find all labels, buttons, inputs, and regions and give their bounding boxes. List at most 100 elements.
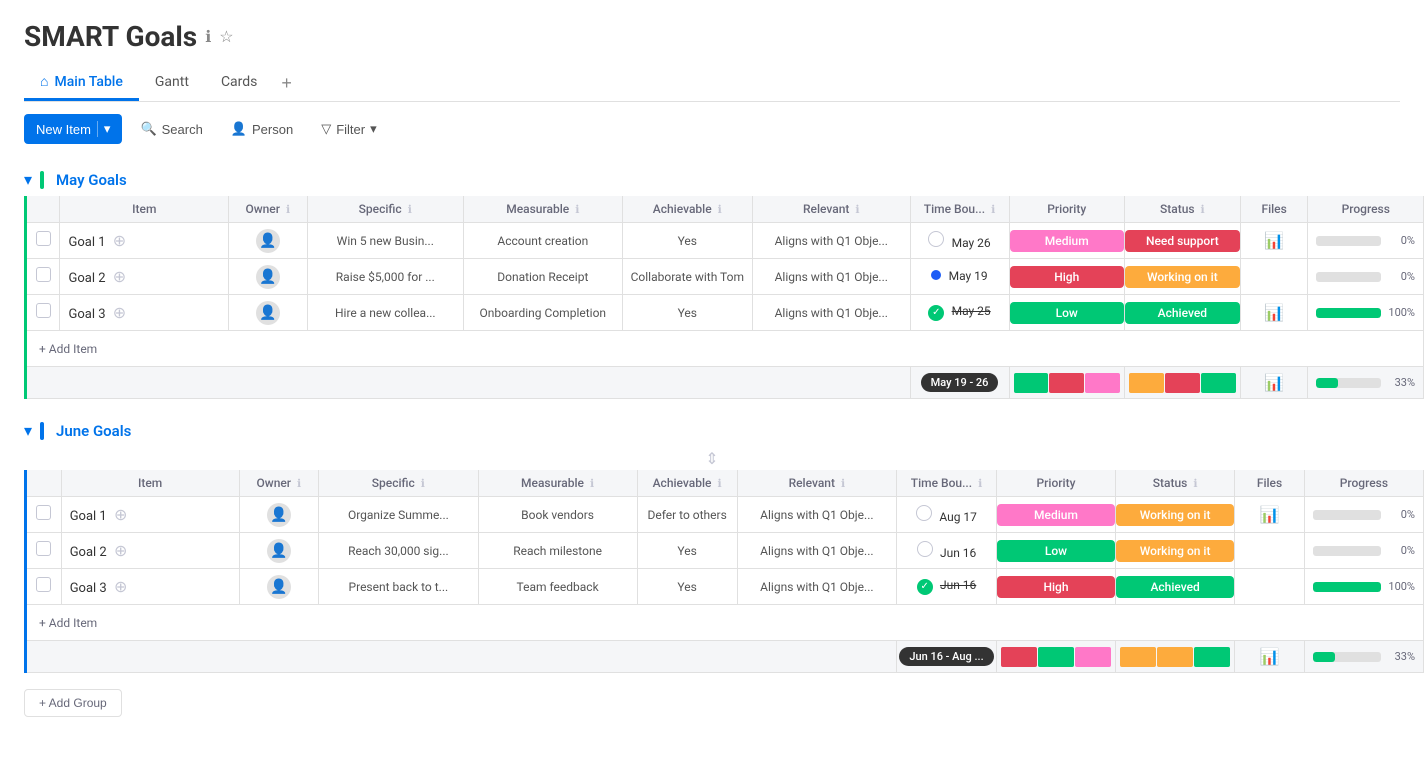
may-row2-add-owner[interactable]: ⊕ xyxy=(113,267,126,287)
june-row3-measurable[interactable]: Team feedback xyxy=(478,569,637,605)
june-row2-priority[interactable]: Low xyxy=(996,533,1115,569)
june-row3-checkbox[interactable] xyxy=(26,569,62,605)
may-row1-status[interactable]: Need support xyxy=(1124,223,1240,259)
june-relevant-info-icon[interactable]: ℹ xyxy=(841,477,845,490)
may-group-toggle[interactable]: ▾ xyxy=(24,170,32,190)
may-row2-item[interactable]: Goal 2 ⊕ xyxy=(60,259,229,295)
may-row3-add-owner[interactable]: ⊕ xyxy=(113,303,126,323)
june-specific-info-icon[interactable]: ℹ xyxy=(421,477,425,490)
june-row1-status[interactable]: Working on it xyxy=(1116,497,1235,533)
june-row1-item[interactable]: Goal 1 ⊕ xyxy=(61,497,239,533)
may-row1-specific[interactable]: Win 5 new Busin... xyxy=(307,223,463,259)
june-row2-item[interactable]: Goal 2 ⊕ xyxy=(61,533,239,569)
june-row2-achievable[interactable]: Yes xyxy=(637,533,737,569)
info-icon[interactable]: ℹ xyxy=(205,27,211,47)
june-row1-specific[interactable]: Organize Summe... xyxy=(319,497,478,533)
may-group-title[interactable]: May Goals xyxy=(56,171,127,189)
june-row3-item[interactable]: Goal 3 ⊕ xyxy=(61,569,239,605)
june-row1-files[interactable]: 📊 xyxy=(1235,497,1305,533)
june-row1-relevant[interactable]: Aligns with Q1 Obje... xyxy=(737,497,897,533)
june-row1-owner[interactable]: 👤 xyxy=(239,497,319,533)
june-measurable-info-icon[interactable]: ℹ xyxy=(590,477,594,490)
june-row2-owner[interactable]: 👤 xyxy=(239,533,319,569)
june-row3-priority[interactable]: High xyxy=(996,569,1115,605)
june-achievable-info-icon[interactable]: ℹ xyxy=(717,477,721,490)
june-row3-files[interactable] xyxy=(1235,569,1305,605)
may-row2-timebound[interactable]: May 19 xyxy=(910,259,1009,295)
june-timebound-info-icon[interactable]: ℹ xyxy=(978,477,982,490)
specific-info-icon[interactable]: ℹ xyxy=(408,203,412,216)
june-row2-timebound[interactable]: Jun 16 xyxy=(897,533,997,569)
june-owner-info-icon[interactable]: ℹ xyxy=(297,477,301,490)
june-row2-measurable[interactable]: Reach milestone xyxy=(478,533,637,569)
filter-button[interactable]: ▽ Filter ▾ xyxy=(311,115,386,143)
may-row1-timebound[interactable]: May 26 xyxy=(910,223,1009,259)
add-tab-button[interactable]: + xyxy=(273,69,300,98)
may-row1-priority[interactable]: Medium xyxy=(1009,223,1124,259)
june-row1-priority[interactable]: Medium xyxy=(996,497,1115,533)
may-row1-owner[interactable]: 👤 xyxy=(229,223,307,259)
may-row1-item[interactable]: Goal 1 ⊕ xyxy=(60,223,229,259)
new-item-dropdown-arrow[interactable]: ▾ xyxy=(97,121,111,137)
may-row2-status[interactable]: Working on it xyxy=(1124,259,1240,295)
achievable-info-icon[interactable]: ℹ xyxy=(718,203,722,216)
june-row3-achievable[interactable]: Yes xyxy=(637,569,737,605)
may-row3-files[interactable]: 📊 xyxy=(1240,295,1308,331)
june-row2-specific[interactable]: Reach 30,000 sig... xyxy=(319,533,478,569)
june-add-item-row[interactable]: + Add Item xyxy=(26,605,1424,641)
may-add-item-cell[interactable]: + Add Item xyxy=(26,331,1424,367)
measurable-info-icon[interactable]: ℹ xyxy=(575,203,579,216)
new-item-button[interactable]: New Item ▾ xyxy=(24,114,122,144)
tab-cards[interactable]: Cards xyxy=(205,66,273,100)
june-row2-add-owner[interactable]: ⊕ xyxy=(114,541,127,561)
may-row3-measurable[interactable]: Onboarding Completion xyxy=(464,295,623,331)
may-row3-specific[interactable]: Hire a new collea... xyxy=(307,295,463,331)
june-row3-relevant[interactable]: Aligns with Q1 Obje... xyxy=(737,569,897,605)
tab-gantt[interactable]: Gantt xyxy=(139,66,205,100)
may-row2-specific[interactable]: Raise $5,000 for ... xyxy=(307,259,463,295)
june-group-title[interactable]: June Goals xyxy=(56,422,131,440)
june-row2-checkbox[interactable] xyxy=(26,533,62,569)
may-add-item-row[interactable]: + Add Item xyxy=(26,331,1424,367)
may-row1-achievable[interactable]: Yes xyxy=(622,223,752,259)
may-row2-owner[interactable]: 👤 xyxy=(229,259,307,295)
june-row3-owner[interactable]: 👤 xyxy=(239,569,319,605)
may-row1-add-owner[interactable]: ⊕ xyxy=(113,231,126,251)
june-status-info-icon[interactable]: ℹ xyxy=(1193,477,1197,490)
may-row1-measurable[interactable]: Account creation xyxy=(464,223,623,259)
june-row3-specific[interactable]: Present back to t... xyxy=(319,569,478,605)
may-row3-priority[interactable]: Low xyxy=(1009,295,1124,331)
status-info-icon[interactable]: ℹ xyxy=(1201,203,1205,216)
person-button[interactable]: 👤 Person xyxy=(221,115,303,143)
may-row3-item[interactable]: Goal 3 ⊕ xyxy=(60,295,229,331)
june-row2-relevant[interactable]: Aligns with Q1 Obje... xyxy=(737,533,897,569)
search-button[interactable]: 🔍 Search xyxy=(130,115,212,143)
june-row3-status[interactable]: Achieved xyxy=(1116,569,1235,605)
may-row2-achievable[interactable]: Collaborate with Tom xyxy=(622,259,752,295)
timebound-info-icon[interactable]: ℹ xyxy=(991,203,995,216)
june-group-toggle[interactable]: ▾ xyxy=(24,421,32,441)
june-row1-add-owner[interactable]: ⊕ xyxy=(114,505,127,525)
may-row1-relevant[interactable]: Aligns with Q1 Obje... xyxy=(753,223,911,259)
may-row1-checkbox[interactable] xyxy=(26,223,60,259)
june-row3-timebound[interactable]: ✓ Jun 16 xyxy=(897,569,997,605)
relevant-info-icon[interactable]: ℹ xyxy=(855,203,859,216)
may-row3-checkbox[interactable] xyxy=(26,295,60,331)
may-row2-checkbox[interactable] xyxy=(26,259,60,295)
june-row1-measurable[interactable]: Book vendors xyxy=(478,497,637,533)
may-row1-files[interactable]: 📊 xyxy=(1240,223,1308,259)
june-row2-files[interactable] xyxy=(1235,533,1305,569)
may-row2-relevant[interactable]: Aligns with Q1 Obje... xyxy=(753,259,911,295)
owner-info-icon[interactable]: ℹ xyxy=(286,203,290,216)
may-row3-relevant[interactable]: Aligns with Q1 Obje... xyxy=(753,295,911,331)
june-row1-achievable[interactable]: Defer to others xyxy=(637,497,737,533)
june-row3-add-owner[interactable]: ⊕ xyxy=(114,577,127,597)
may-row3-owner[interactable]: 👤 xyxy=(229,295,307,331)
may-row2-files[interactable] xyxy=(1240,259,1308,295)
may-row3-achievable[interactable]: Yes xyxy=(622,295,752,331)
may-row3-status[interactable]: Achieved xyxy=(1124,295,1240,331)
june-row1-checkbox[interactable] xyxy=(26,497,62,533)
june-row2-status[interactable]: Working on it xyxy=(1116,533,1235,569)
june-add-item-cell[interactable]: + Add Item xyxy=(26,605,1424,641)
tab-main-table[interactable]: ⌂ Main Table xyxy=(24,65,139,101)
